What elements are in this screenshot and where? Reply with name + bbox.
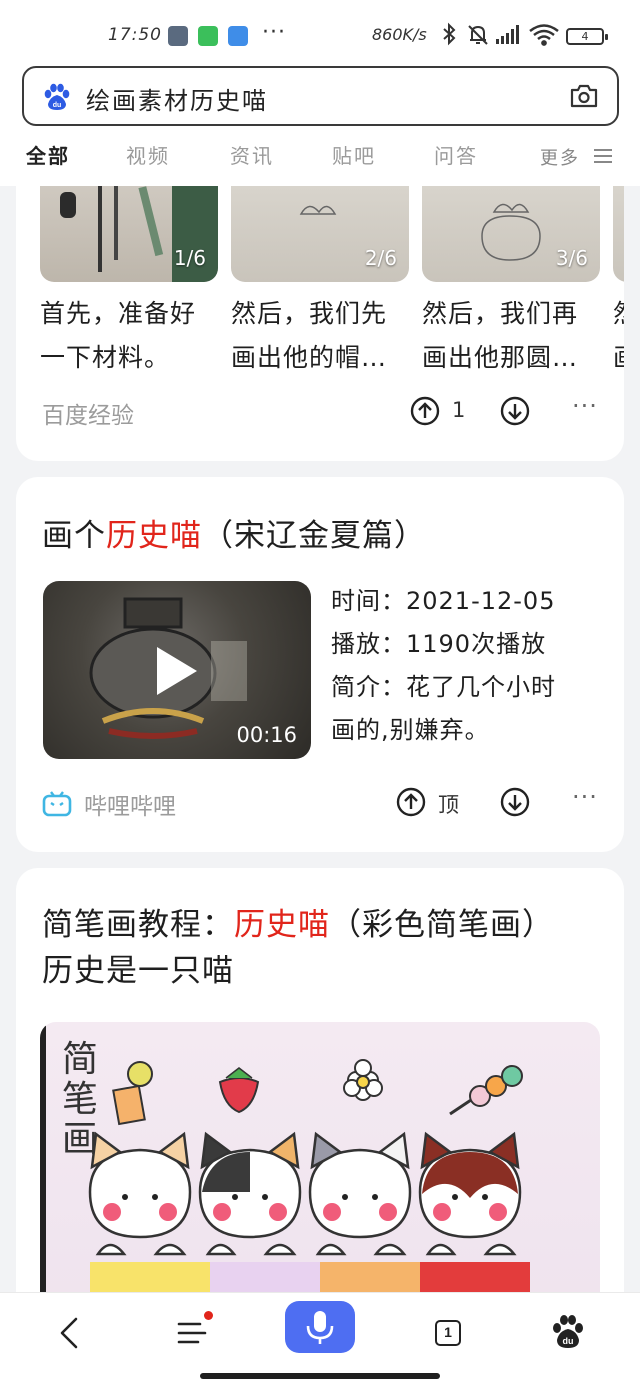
more-options-icon[interactable]: ··· <box>572 783 598 811</box>
upvote-count: 1 <box>452 398 466 422</box>
step-image: 1/6 <box>40 186 218 282</box>
tab-video[interactable]: 视频 <box>126 140 170 169</box>
title-text: （宋辽金夏篇） <box>202 518 426 554</box>
more-options-icon[interactable]: ··· <box>572 392 598 420</box>
step-caption-line2: 画出他那圆… <box>422 343 579 372</box>
step-caption-line2: 画 <box>613 336 624 380</box>
step-counter: 1/6 <box>173 246 206 270</box>
svg-text:du: du <box>563 1336 574 1346</box>
notification-dot <box>204 1311 213 1320</box>
title-line1: 简笔画教程：历史喵（彩色简笔画） <box>42 902 554 948</box>
upvote-icon[interactable] <box>410 396 440 426</box>
source-label[interactable]: 百度经验 <box>42 396 134 430</box>
result-card-steps[interactable]: 1/6 首先，准备好 一下材料。 2/6 然后，我们先 画出他的帽… 3/6 然… <box>16 170 624 461</box>
bluetooth-icon <box>443 22 456 46</box>
search-box[interactable]: du 绘画素材历史喵 <box>22 66 619 126</box>
microphone-icon <box>306 1311 334 1344</box>
tab-all[interactable]: 全部 <box>26 140 70 169</box>
cats-illustration <box>88 1059 530 1318</box>
step-item[interactable]: 1/6 首先，准备好 一下材料。 <box>40 186 218 380</box>
back-icon[interactable] <box>48 1311 92 1355</box>
step-caption-line1: 然 <box>613 292 624 336</box>
search-header: du 绘画素材历史喵 全部 视频 资讯 贴吧 问答 更多 <box>0 58 640 186</box>
upvote-label: 顶 <box>438 793 459 817</box>
card-title[interactable]: 画个历史喵（宋辽金夏篇） <box>42 513 426 559</box>
video-intro-line1: 简介：花了几个小时 <box>331 673 556 701</box>
step-caption-line1: 然后，我们再 <box>422 299 579 328</box>
home-indicator <box>200 1373 440 1379</box>
step-counter: 2/6 <box>364 246 397 270</box>
video-intro-line2: 画的,别嫌弃。 <box>331 716 490 744</box>
tab-tieba[interactable]: 贴吧 <box>332 140 376 169</box>
bilibili-icon <box>42 791 72 817</box>
step-counter: 3/6 <box>555 246 588 270</box>
card-title[interactable]: 简笔画教程：历史喵（彩色简笔画） 历史是一只喵 <box>42 902 554 994</box>
voice-search-button[interactable] <box>285 1301 355 1353</box>
step-caption-line1: 然后，我们先 <box>231 299 388 328</box>
step-image: 3/6 <box>422 186 600 282</box>
step-caption-line2: 画出他的帽… <box>231 343 388 372</box>
title-text: 简笔画教程： <box>42 907 234 943</box>
svg-text:du: du <box>53 102 62 109</box>
title-text: （彩色简笔画） <box>330 907 554 943</box>
step-caption-line1: 首先，准备好 <box>40 299 197 328</box>
tab-more[interactable]: 更多 <box>540 144 580 170</box>
video-plays: 播放：1190次播放 <box>331 630 547 658</box>
step-item[interactable]: 3/6 然后，我们再 画出他那圆… <box>422 186 600 380</box>
tab-qa[interactable]: 问答 <box>434 140 478 169</box>
notification-more-icon: ··· <box>262 20 286 45</box>
step-caption-line2: 一下材料。 <box>40 343 171 372</box>
step-image <box>613 186 624 282</box>
camera-icon[interactable] <box>569 82 599 110</box>
mute-bell-icon <box>468 25 488 45</box>
signal-icon <box>496 25 519 44</box>
settings-app-icon <box>168 26 188 46</box>
shield-app-icon <box>198 26 218 46</box>
status-time: 17:50 <box>108 25 162 45</box>
result-card-tutorial[interactable]: 简笔画教程：历史喵（彩色简笔画） 历史是一只喵 简笔画 <box>16 868 624 1318</box>
video-date: 时间：2021-12-05 <box>331 587 556 615</box>
title-text: 画个 <box>42 518 106 554</box>
downvote-icon[interactable] <box>500 396 530 426</box>
video-duration: 00:16 <box>236 723 297 747</box>
status-icons <box>443 22 559 46</box>
baidu-paw-icon: du <box>44 83 70 110</box>
title-highlight: 历史喵 <box>106 518 202 554</box>
title-highlight: 历史喵 <box>234 907 330 943</box>
title-line2: 历史是一只喵 <box>42 953 234 989</box>
battery-icon: 4 <box>566 28 608 45</box>
tab-news[interactable]: 资讯 <box>230 140 274 169</box>
network-speed: 860K/s <box>372 25 427 44</box>
step-item-partial[interactable]: 然 画 <box>613 186 624 380</box>
menu-icon[interactable] <box>594 148 612 164</box>
source-label[interactable]: 哔哩哔哩 <box>84 787 176 821</box>
step-item[interactable]: 2/6 然后，我们先 画出他的帽… <box>231 186 409 380</box>
play-icon[interactable] <box>157 647 197 695</box>
search-input[interactable]: 绘画素材历史喵 <box>86 81 268 116</box>
wifi-icon <box>529 24 559 46</box>
step-image: 2/6 <box>231 186 409 282</box>
baidu-home-icon[interactable]: du <box>546 1311 590 1355</box>
tutorial-image[interactable]: 简笔画 <box>40 1022 600 1318</box>
wechat-app-icon <box>228 26 248 46</box>
result-card-video[interactable]: 画个历史喵（宋辽金夏篇） 00:16 时间：2021-12-05 播放：1190… <box>16 477 624 852</box>
tab-count: 1 <box>435 1320 461 1346</box>
bottom-nav: 1 du <box>0 1292 640 1387</box>
downvote-icon[interactable] <box>500 787 530 817</box>
status-bar: 17:50 ··· 860K/s 4 <box>0 0 640 58</box>
video-thumbnail[interactable]: 00:16 <box>43 581 311 759</box>
upvote-icon[interactable] <box>396 787 426 817</box>
tabs-button[interactable]: 1 <box>426 1311 470 1355</box>
